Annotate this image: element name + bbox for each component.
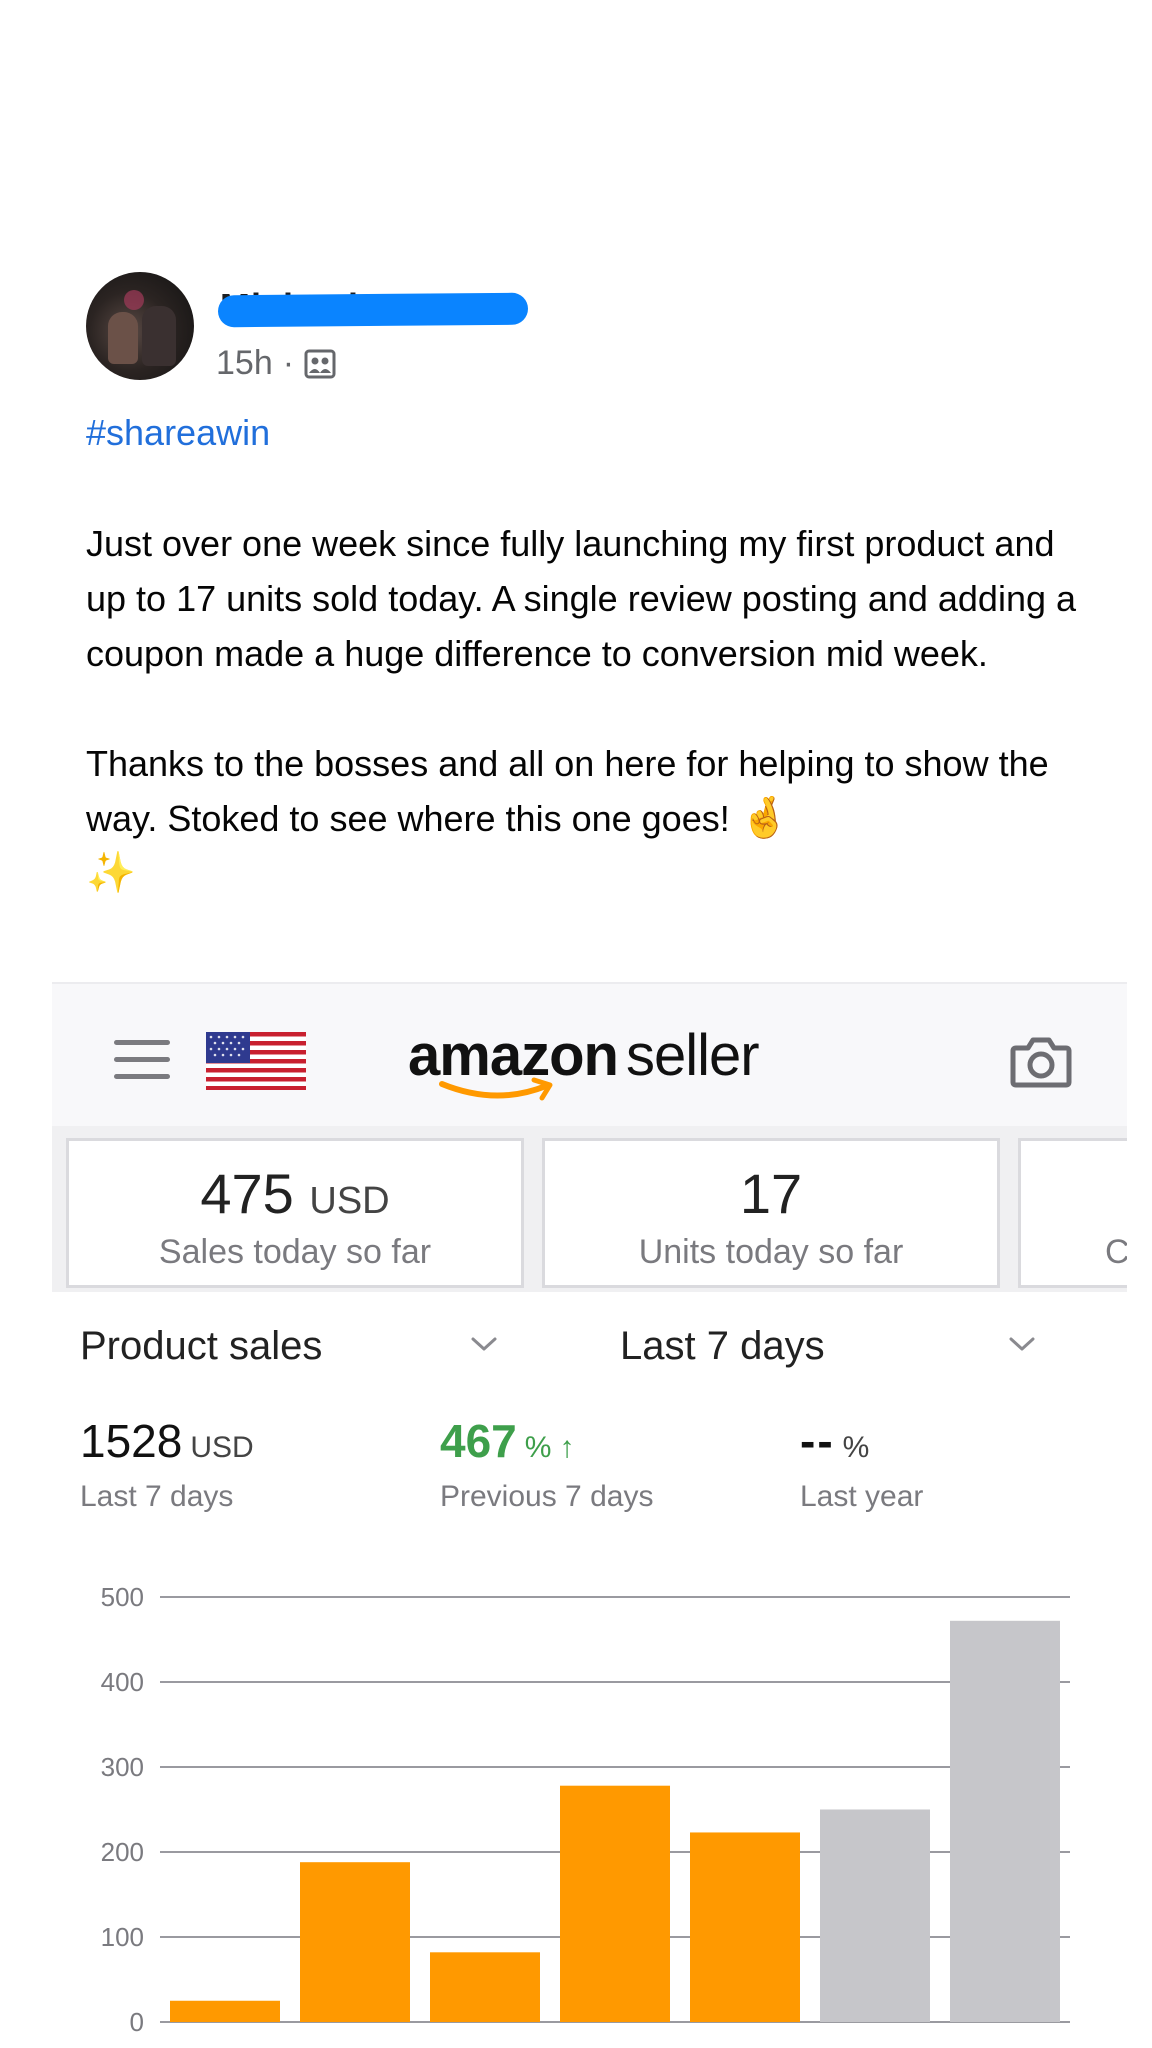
- kpi-label: Sales today so far: [158, 1233, 432, 1271]
- author-name-redacted[interactable]: Michael H: [217, 284, 529, 330]
- kpi-card-partial[interactable]: C: [1018, 1138, 1127, 1288]
- hashtag-link[interactable]: #shareawin: [86, 412, 270, 454]
- y-tick-label: 0: [130, 2007, 144, 2037]
- kpi-card-units[interactable]: 17 Units today so far: [542, 1138, 1000, 1288]
- kpi-unit: USD: [309, 1180, 390, 1222]
- up-arrow-icon: ↑: [559, 1431, 575, 1464]
- metric-dropdown[interactable]: Product sales: [80, 1324, 322, 1369]
- period-dropdown[interactable]: Last 7 days: [620, 1324, 825, 1369]
- stat-label: Last year: [800, 1480, 924, 1513]
- bar[interactable]: [820, 1809, 930, 2023]
- bar[interactable]: [170, 2000, 280, 2022]
- kpi-label: C: [1105, 1233, 1127, 1271]
- kpi-label: Units today so far: [638, 1233, 904, 1271]
- stat-value: 467% ↑: [440, 1414, 574, 1468]
- hamburger-icon[interactable]: [114, 1040, 170, 1080]
- sales-bar-chart: 500 400 300 200 100 0: [52, 1552, 1127, 2048]
- camera-icon[interactable]: [1010, 1034, 1072, 1088]
- stat-unit: %: [842, 1431, 870, 1464]
- stat-label: Previous 7 days: [440, 1480, 654, 1513]
- bar[interactable]: [300, 1862, 410, 2022]
- post-body: Just over one week since fully launching…: [86, 516, 1096, 901]
- group-icon: [304, 349, 336, 378]
- post-paragraph: Thanks to the bosses and all on here for…: [86, 736, 1096, 901]
- crossed-fingers-emoji: 🤞: [739, 795, 790, 841]
- bar[interactable]: [950, 1620, 1060, 2022]
- stat-value: 1528 USD: [80, 1414, 254, 1468]
- attached-screenshot[interactable]: amazon seller 475 USD Sales today so far…: [52, 982, 1127, 2048]
- sparkles-emoji: ✨: [86, 850, 136, 896]
- post-meta: 15h ·: [216, 344, 336, 383]
- us-flag-icon[interactable]: [206, 1032, 306, 1090]
- post-paragraph-text: Thanks to the bosses and all on here for…: [86, 743, 1049, 839]
- kpi-value: 17: [739, 1162, 803, 1225]
- stat-unit: %: [524, 1431, 552, 1464]
- stat-label: Last 7 days: [80, 1480, 234, 1513]
- y-tick-label: 500: [101, 1582, 144, 1612]
- kpi-card-sales[interactable]: 475 USD Sales today so far: [66, 1138, 524, 1288]
- bar[interactable]: [690, 1832, 800, 2022]
- y-tick-label: 200: [101, 1837, 144, 1867]
- kpi-strip: 475 USD Sales today so far 17 Units toda…: [52, 1126, 1127, 1292]
- meta-separator: ·: [282, 344, 295, 382]
- filter-bar: Product sales Last 7 days: [52, 1292, 1127, 1392]
- avatar[interactable]: [86, 272, 194, 380]
- y-tick-label: 100: [101, 1922, 144, 1952]
- bar[interactable]: [560, 1785, 670, 2022]
- stats-row: 1528 USD Last 7 days 467% ↑ Previous 7 day…: [52, 1402, 1127, 1522]
- chart-svg: 500 400 300 200 100 0: [101, 1582, 1070, 2037]
- app-topbar: amazon seller: [52, 982, 1127, 1129]
- chevron-down-icon[interactable]: [1008, 1336, 1036, 1352]
- y-tick-label: 400: [101, 1667, 144, 1697]
- stat-number: 467: [440, 1415, 517, 1467]
- post-time[interactable]: 15h: [216, 344, 273, 383]
- amazon-smile-icon: [439, 1077, 553, 1101]
- stat-number: 1528: [80, 1415, 183, 1467]
- y-tick-label: 300: [101, 1752, 144, 1782]
- logo-seller-text: seller: [626, 1023, 760, 1088]
- kpi-value: 475: [200, 1162, 294, 1225]
- stat-value: --%: [800, 1414, 869, 1468]
- bar[interactable]: [430, 1952, 540, 2022]
- post-paragraph: Just over one week since fully launching…: [86, 523, 1077, 674]
- chevron-down-icon[interactable]: [470, 1336, 498, 1352]
- stat-unit: USD: [190, 1431, 254, 1464]
- redaction-scribble: [217, 292, 529, 328]
- stat-number: --: [800, 1415, 835, 1467]
